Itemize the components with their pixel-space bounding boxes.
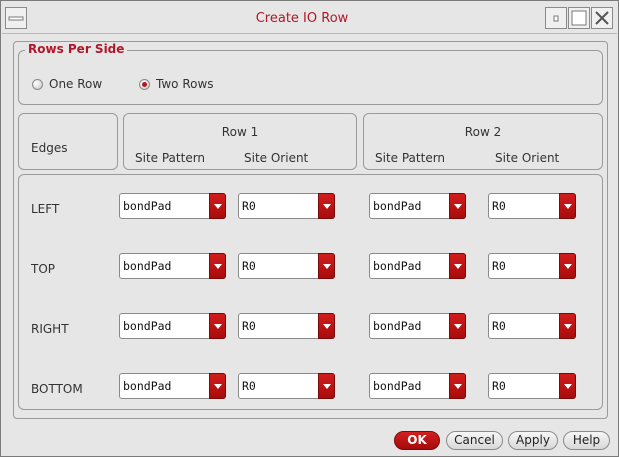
dropdown-arrow-icon[interactable]	[318, 313, 335, 339]
radio-two-rows[interactable]	[139, 79, 150, 90]
left-row2-site-orient-select[interactable]: R0	[488, 193, 576, 219]
combo-value: bondPad	[373, 199, 422, 213]
row1-site-orient-header: Site Orient	[244, 151, 309, 165]
bottom-row1-site-orient-select[interactable]: R0	[238, 373, 335, 399]
row1-header-box: Row 1 Site Pattern Site Orient	[123, 113, 357, 170]
dropdown-arrow-icon[interactable]	[449, 313, 466, 339]
dropdown-arrow-icon[interactable]	[318, 373, 335, 399]
row2-title: Row 2	[464, 125, 502, 139]
combo-value: R0	[492, 319, 506, 333]
combo-value: bondPad	[123, 319, 172, 333]
row2-header-box: Row 2 Site Pattern Site Orient	[363, 113, 603, 170]
dropdown-arrow-icon[interactable]	[559, 253, 576, 279]
dialog-window: Create IO Row Rows Per Side One Row Two …	[0, 0, 619, 457]
top-row1-site-orient-select[interactable]: R0	[238, 253, 335, 279]
right-row2-site-orient-select[interactable]: R0	[488, 313, 576, 339]
combo-value: bondPad	[123, 379, 172, 393]
ok-button[interactable]: OK	[394, 431, 440, 450]
row2-site-orient-header: Site Orient	[495, 151, 560, 165]
dropdown-arrow-icon[interactable]	[209, 253, 226, 279]
bottom-row1-site-pattern-select[interactable]: bondPad	[119, 373, 226, 399]
edges-header-box: Edges	[18, 113, 118, 170]
maximize-icon[interactable]	[568, 7, 590, 29]
dropdown-arrow-icon[interactable]	[318, 253, 335, 279]
combo-value: R0	[242, 259, 256, 273]
edges-grid: LEFT bondPad R0 bondPad R0 TOP bondPad R…	[18, 174, 603, 410]
combo-value: bondPad	[123, 199, 172, 213]
dropdown-arrow-icon[interactable]	[559, 193, 576, 219]
combo-value: R0	[242, 319, 256, 333]
title-bar[interactable]: Create IO Row	[2, 2, 617, 34]
bottom-row2-site-orient-select[interactable]: R0	[488, 373, 576, 399]
help-button[interactable]: Help	[563, 431, 610, 450]
window-title: Create IO Row	[255, 11, 349, 26]
edge-label-left: LEFT	[31, 202, 60, 216]
bottom-row2-site-pattern-select[interactable]: bondPad	[369, 373, 466, 399]
combo-value: bondPad	[123, 259, 172, 273]
apply-button[interactable]: Apply	[508, 431, 558, 450]
dropdown-arrow-icon[interactable]	[209, 373, 226, 399]
top-row2-site-pattern-select[interactable]: bondPad	[369, 253, 466, 279]
row1-site-pattern-header: Site Pattern	[135, 151, 206, 165]
radio-two-rows-label[interactable]: Two Rows	[156, 77, 214, 91]
combo-value: bondPad	[373, 259, 422, 273]
rows-per-side-group: Rows Per Side One Row Two Rows	[18, 42, 603, 105]
dropdown-arrow-icon[interactable]	[559, 313, 576, 339]
combo-value: bondPad	[373, 379, 422, 393]
row1-title: Row 1	[221, 125, 259, 139]
edge-label-top: TOP	[31, 262, 56, 276]
dropdown-arrow-icon[interactable]	[209, 193, 226, 219]
radio-one-row-label[interactable]: One Row	[49, 77, 102, 91]
minimize-icon[interactable]	[545, 7, 567, 29]
combo-value: R0	[492, 199, 506, 213]
edge-label-right: RIGHT	[31, 322, 69, 336]
cancel-button[interactable]: Cancel	[446, 431, 503, 450]
edge-label-bottom: BOTTOM	[31, 382, 83, 396]
right-row1-site-pattern-select[interactable]: bondPad	[119, 313, 226, 339]
dropdown-arrow-icon[interactable]	[318, 193, 335, 219]
left-row1-site-pattern-select[interactable]: bondPad	[119, 193, 226, 219]
close-icon[interactable]	[591, 7, 613, 29]
dropdown-arrow-icon[interactable]	[209, 313, 226, 339]
combo-value: R0	[242, 199, 256, 213]
dropdown-arrow-icon[interactable]	[449, 373, 466, 399]
top-row1-site-pattern-select[interactable]: bondPad	[119, 253, 226, 279]
radio-one-row[interactable]	[32, 79, 43, 90]
radio-selected-dot	[142, 82, 147, 87]
row2-site-pattern-header: Site Pattern	[375, 151, 446, 165]
dropdown-arrow-icon[interactable]	[449, 193, 466, 219]
combo-value: bondPad	[373, 319, 422, 333]
left-row1-site-orient-select[interactable]: R0	[238, 193, 335, 219]
dropdown-arrow-icon[interactable]	[449, 253, 466, 279]
rows-per-side-legend: Rows Per Side	[25, 42, 128, 56]
right-row2-site-pattern-select[interactable]: bondPad	[369, 313, 466, 339]
top-row2-site-orient-select[interactable]: R0	[488, 253, 576, 279]
combo-value: R0	[492, 379, 506, 393]
dropdown-arrow-icon[interactable]	[559, 373, 576, 399]
edges-header: Edges	[31, 141, 68, 155]
left-row2-site-pattern-select[interactable]: bondPad	[369, 193, 466, 219]
right-row1-site-orient-select[interactable]: R0	[238, 313, 335, 339]
combo-value: R0	[492, 259, 506, 273]
combo-value: R0	[242, 379, 256, 393]
